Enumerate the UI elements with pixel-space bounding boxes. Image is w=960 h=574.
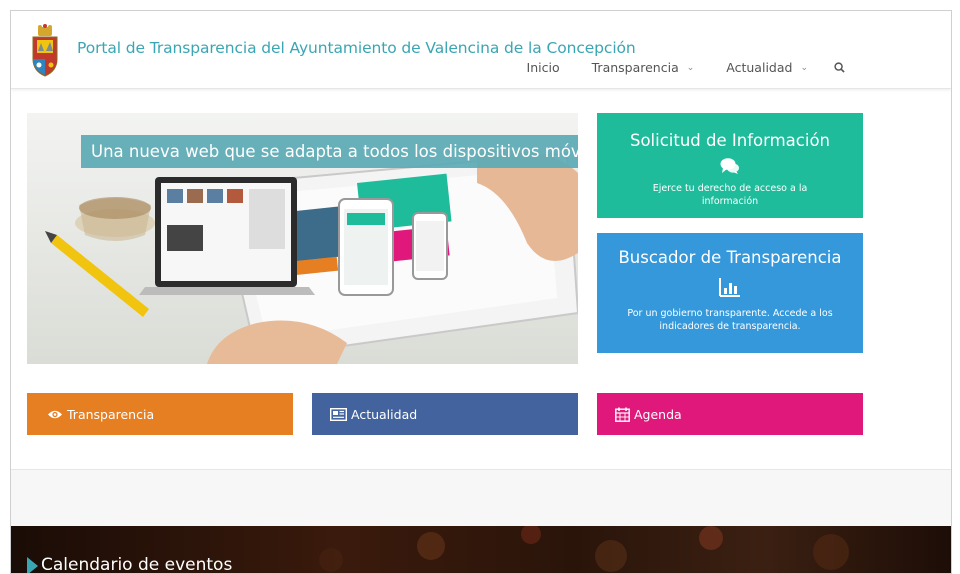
chevron-down-icon: ⌄ <box>800 62 808 73</box>
search-button[interactable] <box>824 60 861 75</box>
coat-of-arms-logo[interactable] <box>29 23 61 79</box>
chevron-down-icon: ⌄ <box>686 62 695 73</box>
site-title[interactable]: Portal de Transparencia del Ayuntamiento… <box>77 39 636 57</box>
actualidad-button[interactable]: Actualidad <box>312 393 578 435</box>
nav-item-inicio[interactable]: Inicio <box>511 60 576 75</box>
tile-title: Buscador de Transparencia <box>618 248 842 267</box>
nav-item-label: Actualidad <box>726 60 793 75</box>
tile-description: Ejerce tu derecho de acceso a la informa… <box>652 183 808 207</box>
tile-description: Por un gobierno transparente. Accede a l… <box>627 308 833 332</box>
nav-item-label: Transparencia <box>591 60 679 75</box>
newspaper-icon <box>330 407 347 421</box>
eye-icon <box>47 409 63 420</box>
site-header: Portal de Transparencia del Ayuntamiento… <box>11 11 951 89</box>
transparencia-button[interactable]: Transparencia <box>27 393 293 435</box>
hero-caption: Una nueva web que se adapta a todos los … <box>81 135 578 168</box>
tile-title: Solicitud de Información <box>629 131 831 150</box>
nav-item-actualidad[interactable]: Actualidad ⌄ <box>710 60 824 75</box>
button-label: Agenda <box>634 406 682 422</box>
search-icon <box>834 62 845 73</box>
button-label: Actualidad <box>351 406 418 422</box>
browser-page: Portal de Transparencia del Ayuntamiento… <box>10 10 952 574</box>
grey-band <box>11 470 951 526</box>
nav-item-transparencia[interactable]: Transparencia ⌄ <box>576 60 711 75</box>
button-label: Transparencia <box>67 406 155 422</box>
agenda-button[interactable]: Agenda <box>597 393 863 435</box>
events-title: Calendario de eventos <box>41 555 233 574</box>
main-nav: Inicio Transparencia ⌄ Actualidad ⌄ <box>511 60 861 75</box>
hero-banner[interactable]: Una nueva web que se adapta a todos los … <box>27 113 578 364</box>
bar-chart-icon <box>597 277 863 299</box>
events-section: Calendario de eventos <box>11 526 951 574</box>
comments-icon <box>597 157 863 179</box>
buscador-transparencia-tile[interactable]: Buscador de Transparencia Por un gobiern… <box>597 233 863 353</box>
caret-right-icon <box>27 557 38 573</box>
solicitud-informacion-tile[interactable]: Solicitud de Información Ejerce tu derec… <box>597 113 863 218</box>
nav-item-label: Inicio <box>526 60 560 75</box>
calendar-icon <box>615 407 630 422</box>
